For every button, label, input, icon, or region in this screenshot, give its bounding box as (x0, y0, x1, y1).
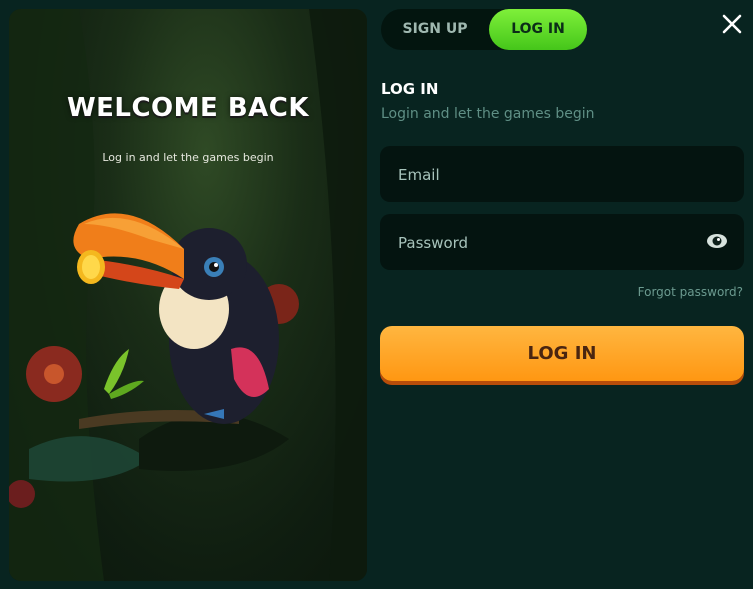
password-field[interactable] (396, 214, 700, 272)
eye-icon[interactable] (706, 232, 728, 250)
forgot-password-link[interactable]: Forgot password? (638, 285, 743, 299)
password-field-container (380, 214, 744, 272)
tab-log-in[interactable]: LOG IN (489, 9, 587, 50)
welcome-banner: WELCOME BACK Log in and let the games be… (9, 9, 367, 581)
form-subtitle: Login and let the games begin (381, 106, 595, 122)
welcome-title: WELCOME BACK (66, 93, 310, 123)
login-button[interactable]: LOG IN (380, 326, 744, 381)
welcome-subtitle: Log in and let the games begin (102, 151, 274, 164)
form-title: LOG IN (381, 80, 439, 98)
close-icon[interactable] (720, 12, 744, 36)
auth-tabs: SIGN UP LOG IN (381, 9, 587, 50)
email-field-container (380, 146, 744, 204)
email-field[interactable] (396, 146, 700, 204)
tab-sign-up[interactable]: SIGN UP (385, 9, 485, 50)
